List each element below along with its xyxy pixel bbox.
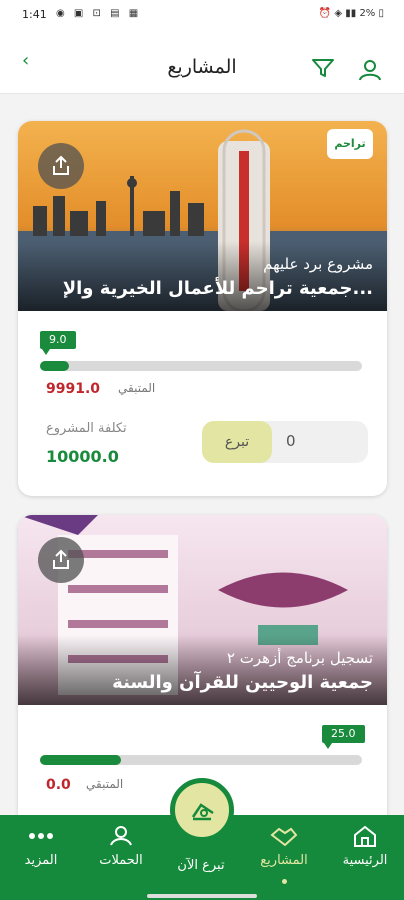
project-subtitle: تسجيل برنامج أزهرت ٢ <box>226 649 373 667</box>
nav-campaigns[interactable]: الحملات <box>82 825 160 868</box>
user-icon[interactable] <box>357 58 383 82</box>
nav-donate-now[interactable]: تبرع الآن <box>162 852 240 873</box>
donation-amount-input[interactable]: 0 <box>286 432 296 450</box>
donation-control: تبرع 0 <box>202 421 368 463</box>
nav-label: الرئيسية <box>342 853 388 868</box>
nav-label: الحملات <box>99 853 143 868</box>
nav-label: المزيد <box>24 853 58 868</box>
charity-logo: تراحم <box>327 129 373 159</box>
page-title: المشاريع <box>167 56 237 78</box>
notification-icons: ◉ ▣ ⊡ ▤ ▦ <box>56 8 142 19</box>
project-name: جمعية تراحم للأعمال الخيرية والإ... <box>62 278 373 299</box>
share-button[interactable] <box>38 143 84 189</box>
share-button[interactable] <box>38 537 84 583</box>
progress-fill <box>40 755 121 765</box>
home-indicator <box>147 894 257 898</box>
progress-bar <box>40 361 362 371</box>
remaining-label: المتبقي <box>86 777 124 791</box>
progress-value-badge: 9.0 <box>40 331 76 355</box>
project-image: تراحم مشروع برد عليهم جمعية تراحم للأعما… <box>18 121 387 311</box>
active-indicator <box>282 879 287 884</box>
remaining-value: 9991.0 <box>46 381 101 397</box>
app-bar: ‹ المشاريع <box>0 30 404 94</box>
project-name: جمعية الوحيين للقرآن والسنة <box>112 672 373 693</box>
status-time: 1:41 <box>22 8 47 21</box>
project-subtitle: مشروع برد عليهم <box>263 255 373 273</box>
donate-hand-icon <box>191 803 214 821</box>
nav-label: المشاريع <box>260 853 308 868</box>
battery-level: 2% <box>359 8 376 19</box>
share-icon <box>53 155 69 175</box>
system-icons: ⏰ ◈ ▮▮ 2% ▯ <box>318 8 384 19</box>
nav-projects[interactable]: المشاريع <box>245 825 323 868</box>
nav-label: تبرع الآن <box>177 858 225 873</box>
progress-fill <box>40 361 69 371</box>
more-dots-icon <box>29 833 53 839</box>
campaigns-icon <box>110 826 132 846</box>
donate-now-fab[interactable] <box>170 778 234 842</box>
cost-label: تكلفة المشروع <box>46 421 127 436</box>
remaining-value: 0.0 <box>46 777 71 793</box>
cost-value: 10000.0 <box>46 447 119 466</box>
donate-button[interactable]: تبرع <box>202 421 272 463</box>
remaining-label: المتبقي <box>118 381 156 395</box>
project-card[interactable]: تراحم مشروع برد عليهم جمعية تراحم للأعما… <box>18 121 387 496</box>
nav-home[interactable]: الرئيسية <box>326 825 404 868</box>
project-image: تسجيل برنامج أزهرت ٢ جمعية الوحيين للقرآ… <box>18 515 387 705</box>
progress-value-badge: 25.0 <box>322 725 365 749</box>
home-icon <box>354 825 376 847</box>
status-bar: 1:41 ◉ ▣ ⊡ ▤ ▦ ⏰ ◈ ▮▮ 2% ▯ <box>0 0 404 30</box>
filter-icon[interactable] <box>310 58 336 78</box>
progress-bar <box>40 755 362 765</box>
share-icon <box>53 549 69 569</box>
handshake-icon <box>270 827 298 847</box>
nav-more[interactable]: المزيد <box>2 825 80 868</box>
